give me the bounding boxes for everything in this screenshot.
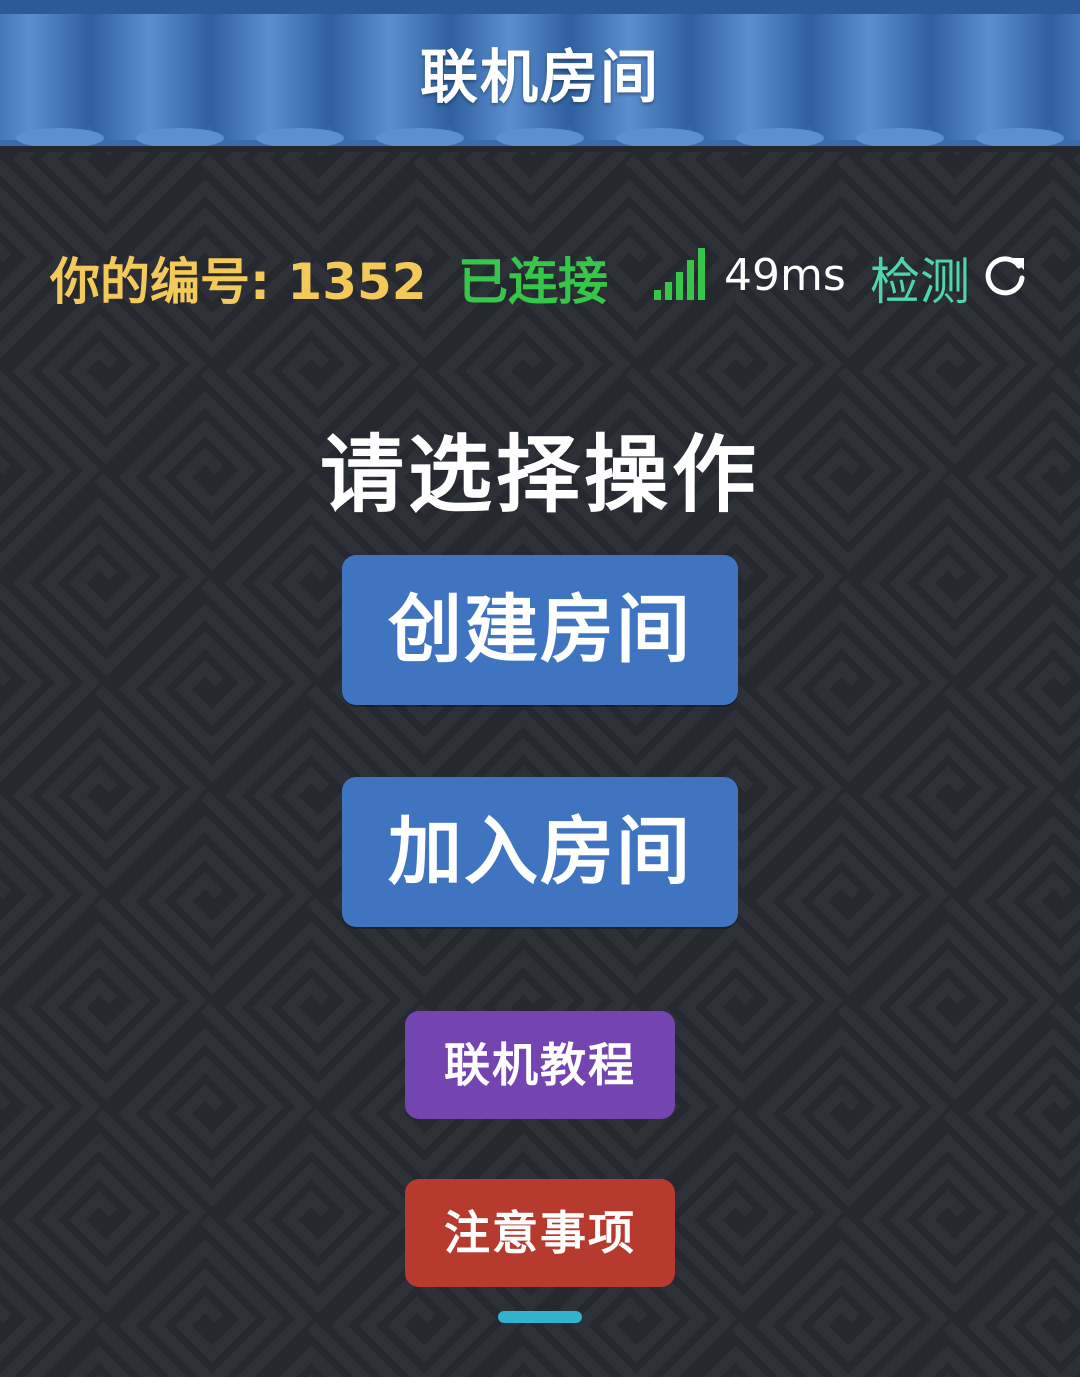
signal-bars-icon: [654, 248, 705, 300]
notes-button[interactable]: 注意事项: [405, 1179, 675, 1287]
join-room-button[interactable]: 加入房间: [342, 777, 738, 927]
page-title: 联机房间: [419, 43, 660, 111]
tutorial-button[interactable]: 联机教程: [405, 1011, 675, 1119]
create-room-button[interactable]: 创建房间: [342, 555, 738, 705]
status-bar: 你的编号: 1352 已连接 49ms 检测: [0, 238, 1080, 314]
ping-value: 49ms: [724, 250, 846, 301]
player-id-label: 你的编号:: [50, 253, 270, 311]
player-id-value: 1352: [287, 253, 427, 311]
action-prompt: 请选择操作: [319, 426, 760, 524]
header-bar: 联机房间: [0, 0, 1080, 152]
player-id: 你的编号: 1352: [50, 242, 427, 314]
connection-status: 已连接: [458, 253, 608, 311]
home-indicator[interactable]: [498, 1311, 582, 1323]
refresh-icon[interactable]: [982, 252, 1028, 298]
detect-button[interactable]: 检测: [870, 242, 970, 314]
